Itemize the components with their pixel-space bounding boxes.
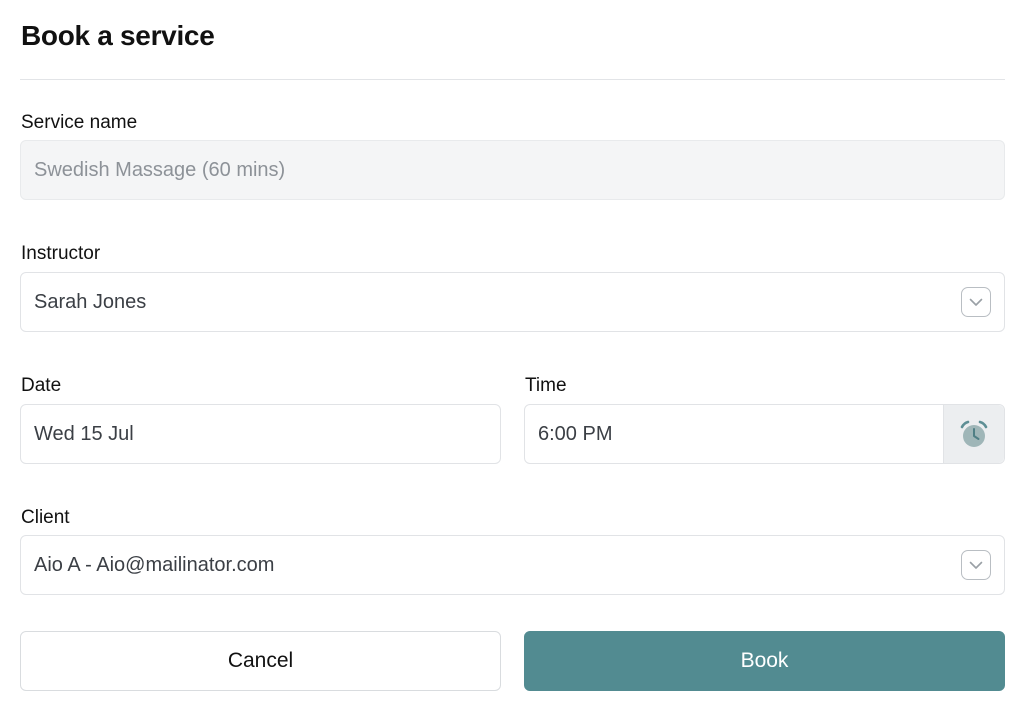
date-label: Date xyxy=(21,375,62,396)
service-name-field: Swedish Massage (60 mins) xyxy=(20,140,1005,200)
book-button[interactable]: Book xyxy=(524,631,1005,691)
time-label: Time xyxy=(525,375,567,396)
alarm-clock-icon xyxy=(960,420,988,447)
instructor-label: Instructor xyxy=(21,243,101,264)
client-select[interactable]: Aio A - Aio@mailinator.com xyxy=(20,535,1005,595)
cancel-button[interactable]: Cancel xyxy=(20,631,501,691)
time-field[interactable]: 6:00 PM xyxy=(524,404,1005,464)
client-value: Aio A - Aio@mailinator.com xyxy=(34,553,275,576)
chevron-down-icon[interactable] xyxy=(961,287,991,317)
instructor-select[interactable]: Sarah Jones xyxy=(20,272,1005,332)
book-service-dialog: Book a service Service name Swedish Mass… xyxy=(0,0,1024,720)
service-name-label: Service name xyxy=(21,112,138,133)
time-picker-button[interactable] xyxy=(943,405,1004,463)
client-label: Client xyxy=(21,507,70,528)
chevron-down-icon[interactable] xyxy=(961,550,991,580)
time-value: 6:00 PM xyxy=(538,422,613,445)
instructor-value: Sarah Jones xyxy=(34,290,147,313)
page-title: Book a service xyxy=(21,20,215,51)
date-field[interactable]: Wed 15 Jul xyxy=(20,404,501,464)
header-divider xyxy=(20,79,1005,80)
service-name-value: Swedish Massage (60 mins) xyxy=(34,158,286,181)
date-value: Wed 15 Jul xyxy=(34,422,134,445)
